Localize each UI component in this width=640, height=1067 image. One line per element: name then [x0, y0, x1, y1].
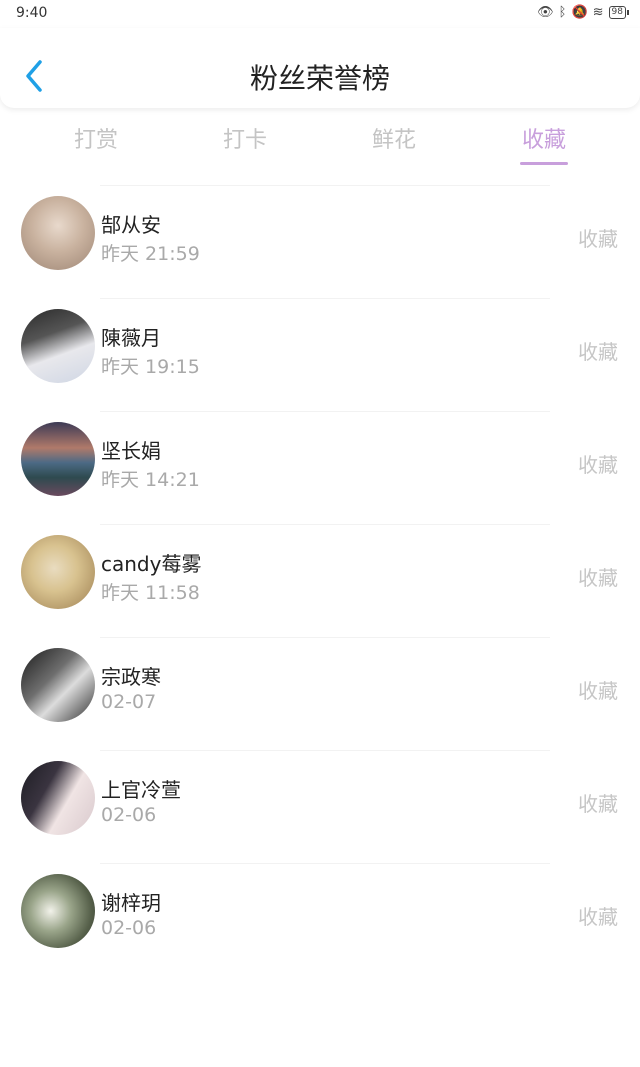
tab-favorites[interactable]: 收藏 [494, 122, 594, 154]
fans-list: 郜从安 昨天 21:59 收藏 陳薇月 昨天 19:15 收藏 坚长娟 昨天 1… [0, 185, 640, 976]
fan-time: 昨天 11:58 [101, 582, 200, 604]
divider [100, 750, 550, 751]
fan-time: 昨天 21:59 [101, 243, 200, 265]
fan-name: 坚长娟 [101, 439, 161, 463]
fan-name: 郜从安 [101, 213, 161, 237]
avatar[interactable] [21, 309, 95, 383]
fan-action: 收藏 [578, 566, 618, 590]
fan-action: 收藏 [578, 340, 618, 364]
fan-name: 陳薇月 [101, 326, 161, 350]
divider [100, 524, 550, 525]
mute-icon: 🔕 [571, 5, 588, 20]
eye-icon: 👁 [537, 5, 554, 20]
tab-bar: 打赏 打卡 鲜花 收藏 [0, 118, 640, 168]
fan-action: 收藏 [578, 453, 618, 477]
fan-name: candy莓雾 [101, 552, 202, 576]
avatar[interactable] [21, 422, 95, 496]
status-icons: 👁 ᛒ 🔕 ≋ 98 [537, 5, 630, 20]
list-item[interactable]: 郜从安 昨天 21:59 收藏 [0, 185, 640, 298]
divider [100, 411, 550, 412]
list-item[interactable]: 宗政寒 02-07 收藏 [0, 637, 640, 750]
list-item[interactable]: 陳薇月 昨天 19:15 收藏 [0, 298, 640, 411]
fan-name: 谢梓玥 [101, 891, 161, 915]
fan-time: 昨天 19:15 [101, 356, 200, 378]
fan-time: 昨天 14:21 [101, 469, 200, 491]
page-title: 粉丝荣誉榜 [249, 62, 390, 95]
list-item[interactable]: 谢梓玥 02-06 收藏 [0, 863, 640, 976]
divider [100, 637, 550, 638]
fan-action: 收藏 [578, 792, 618, 816]
header: 粉丝荣誉榜 [0, 28, 640, 108]
fan-name: 上官冷萱 [101, 778, 181, 802]
fan-name: 宗政寒 [101, 665, 161, 689]
divider [100, 863, 550, 864]
avatar[interactable] [21, 874, 95, 948]
status-bar: 9:40 👁 ᛒ 🔕 ≋ 98 [0, 0, 640, 28]
list-item[interactable]: 坚长娟 昨天 14:21 收藏 [0, 411, 640, 524]
fan-time: 02-06 [101, 804, 157, 826]
list-item[interactable]: 上官冷萱 02-06 收藏 [0, 750, 640, 863]
wifi-icon: ≋ [592, 5, 604, 20]
battery-icon: 98 [608, 6, 630, 19]
tab-flowers[interactable]: 鲜花 [344, 122, 444, 154]
divider [100, 298, 550, 299]
tab-checkin[interactable]: 打卡 [195, 122, 295, 154]
list-item[interactable]: candy莓雾 昨天 11:58 收藏 [0, 524, 640, 637]
bluetooth-icon: ᛒ [558, 5, 567, 20]
fan-action: 收藏 [578, 679, 618, 703]
status-time: 9:40 [16, 5, 48, 21]
divider [100, 185, 550, 186]
fan-action: 收藏 [578, 905, 618, 929]
avatar[interactable] [21, 535, 95, 609]
fan-action: 收藏 [578, 227, 618, 251]
avatar[interactable] [21, 761, 95, 835]
avatar[interactable] [21, 648, 95, 722]
avatar[interactable] [21, 196, 95, 270]
active-tab-indicator [520, 162, 568, 165]
fan-time: 02-07 [101, 691, 157, 713]
tab-tip[interactable]: 打赏 [46, 122, 146, 154]
fan-time: 02-06 [101, 917, 157, 939]
